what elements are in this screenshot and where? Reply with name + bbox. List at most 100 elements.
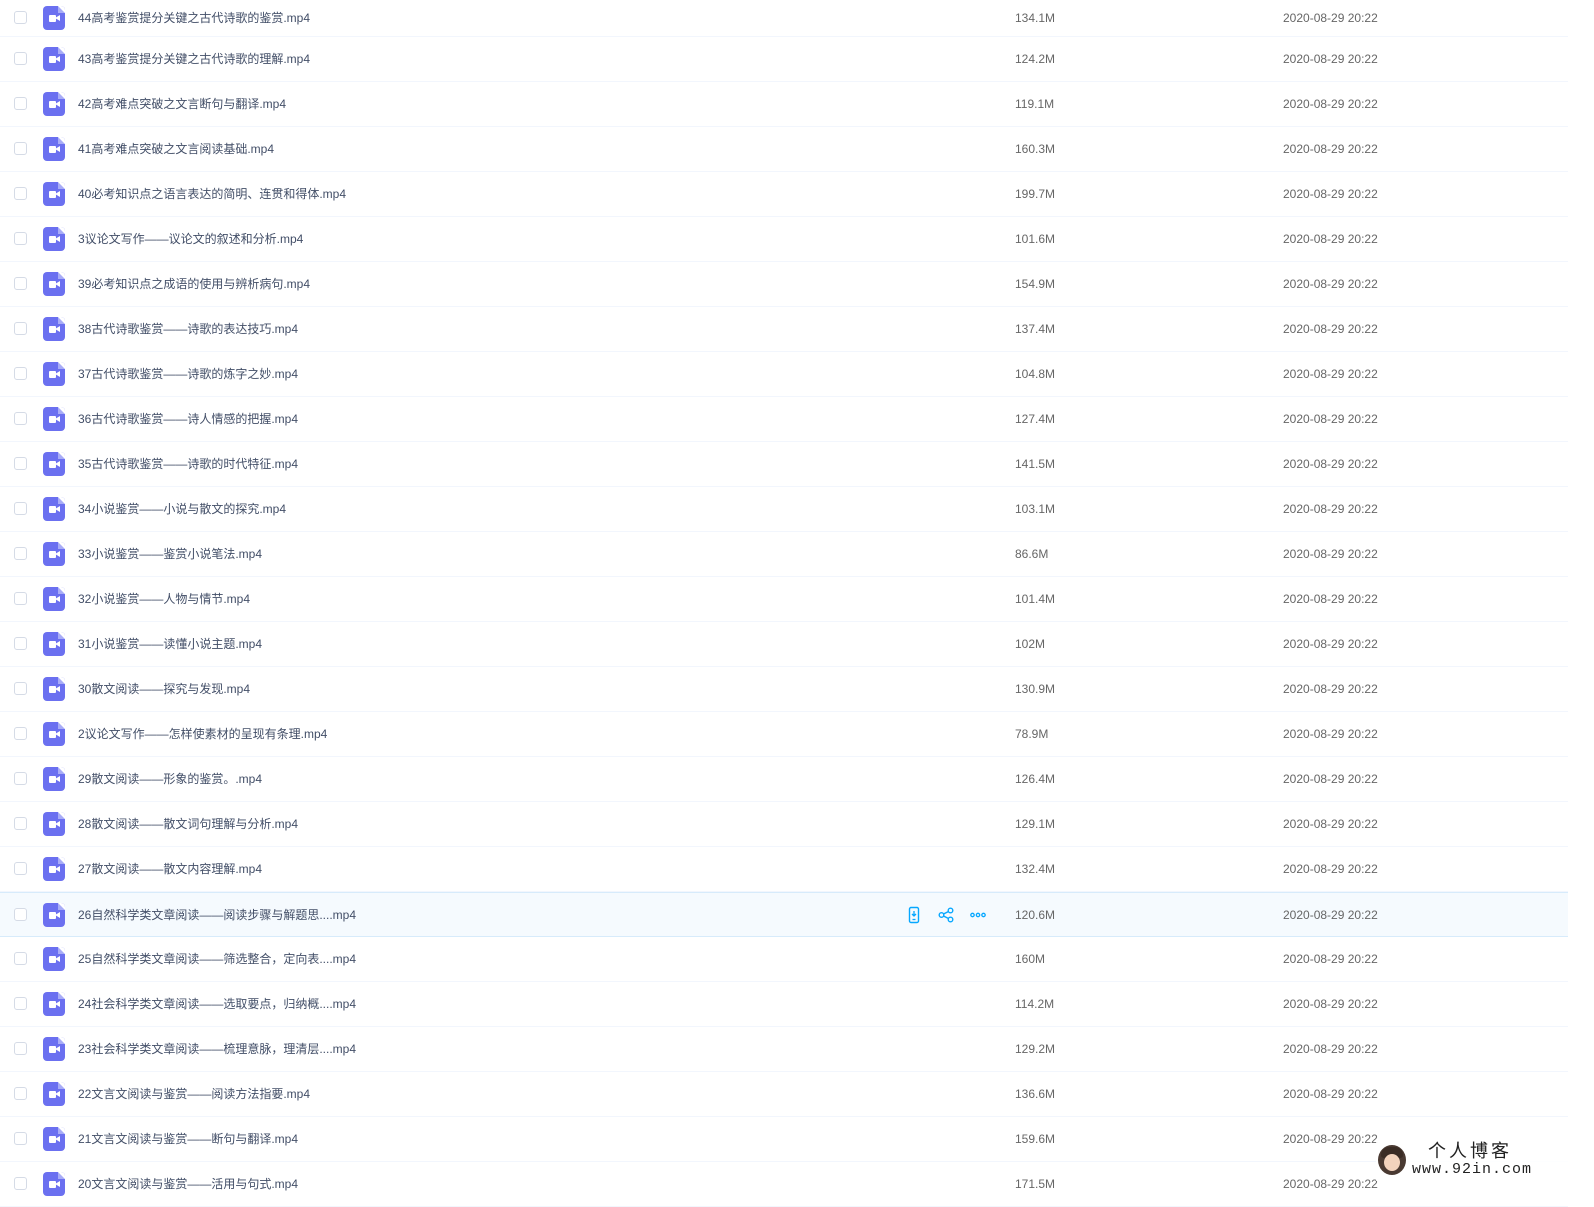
file-modified-date: 2020-08-29 20:22	[1283, 1042, 1378, 1056]
row-checkbox[interactable]	[14, 11, 27, 24]
file-name[interactable]: 24社会科学类文章阅读——选取要点，归纳概....mp4	[78, 996, 356, 1012]
file-row[interactable]: 40必考知识点之语言表达的简明、连贯和得体.mp4 199.7M 2020-08…	[0, 172, 1568, 217]
file-size: 160.3M	[1015, 142, 1056, 156]
file-name[interactable]: 41高考难点突破之文言阅读基础.mp4	[78, 141, 274, 157]
file-row[interactable]: 39必考知识点之成语的使用与辨析病句.mp4 154.9M 2020-08-29…	[0, 262, 1568, 307]
row-checkbox[interactable]	[14, 457, 27, 470]
file-name[interactable]: 29散文阅读——形象的鉴赏。.mp4	[78, 771, 262, 787]
row-checkbox[interactable]	[14, 52, 27, 65]
file-name[interactable]: 37古代诗歌鉴赏——诗歌的炼字之妙.mp4	[78, 366, 298, 382]
file-name[interactable]: 31小说鉴赏——读懂小说主题.mp4	[78, 636, 262, 652]
file-row[interactable]: 37古代诗歌鉴赏——诗歌的炼字之妙.mp4 104.8M 2020-08-29 …	[0, 352, 1568, 397]
row-checkbox[interactable]	[14, 772, 27, 785]
file-row[interactable]: 20文言文阅读与鉴赏——活用与句式.mp4 171.5M 2020-08-29 …	[0, 1162, 1568, 1207]
file-name[interactable]: 28散文阅读——散文词句理解与分析.mp4	[78, 816, 298, 832]
row-checkbox[interactable]	[14, 1087, 27, 1100]
video-file-icon	[43, 542, 65, 566]
video-file-icon	[43, 6, 65, 30]
file-row[interactable]: 43高考鉴赏提分关键之古代诗歌的理解.mp4 124.2M 2020-08-29…	[0, 37, 1568, 82]
file-name[interactable]: 38古代诗歌鉴赏——诗歌的表达技巧.mp4	[78, 321, 298, 337]
row-checkbox[interactable]	[14, 727, 27, 740]
file-row[interactable]: 42高考难点突破之文言断句与翻译.mp4 119.1M 2020-08-29 2…	[0, 82, 1568, 127]
video-file-icon	[43, 947, 65, 971]
row-checkbox[interactable]	[14, 1177, 27, 1190]
more-icon[interactable]	[969, 906, 987, 924]
file-row[interactable]: 35古代诗歌鉴赏——诗歌的时代特征.mp4 141.5M 2020-08-29 …	[0, 442, 1568, 487]
row-checkbox[interactable]	[14, 322, 27, 335]
file-row[interactable]: 30散文阅读——探究与发现.mp4 130.9M 2020-08-29 20:2…	[0, 667, 1568, 712]
file-row[interactable]: 34小说鉴赏——小说与散文的探究.mp4 103.1M 2020-08-29 2…	[0, 487, 1568, 532]
file-name[interactable]: 36古代诗歌鉴赏——诗人情感的把握.mp4	[78, 411, 298, 427]
row-checkbox[interactable]	[14, 592, 27, 605]
file-row[interactable]: 44高考鉴赏提分关键之古代诗歌的鉴赏.mp4 134.1M 2020-08-29…	[0, 0, 1568, 37]
file-name[interactable]: 43高考鉴赏提分关键之古代诗歌的理解.mp4	[78, 51, 310, 67]
file-row[interactable]: 36古代诗歌鉴赏——诗人情感的把握.mp4 127.4M 2020-08-29 …	[0, 397, 1568, 442]
file-size: 104.8M	[1015, 367, 1056, 381]
row-checkbox[interactable]	[14, 1042, 27, 1055]
file-name[interactable]: 35古代诗歌鉴赏——诗歌的时代特征.mp4	[78, 456, 298, 472]
row-checkbox[interactable]	[14, 142, 27, 155]
video-file-icon	[43, 137, 65, 161]
file-name[interactable]: 34小说鉴赏——小说与散文的探究.mp4	[78, 501, 286, 517]
row-checkbox[interactable]	[14, 547, 27, 560]
file-row[interactable]: 26自然科学类文章阅读——阅读步骤与解题思....mp4 120.6M 2020…	[0, 892, 1568, 937]
row-checkbox[interactable]	[14, 277, 27, 290]
file-row[interactable]: 38古代诗歌鉴赏——诗歌的表达技巧.mp4 137.4M 2020-08-29 …	[0, 307, 1568, 352]
row-checkbox[interactable]	[14, 187, 27, 200]
file-name[interactable]: 42高考难点突破之文言断句与翻译.mp4	[78, 96, 286, 112]
file-modified-date: 2020-08-29 20:22	[1283, 727, 1378, 741]
row-checkbox[interactable]	[14, 1132, 27, 1145]
file-name[interactable]: 22文言文阅读与鉴赏——阅读方法指要.mp4	[78, 1086, 310, 1102]
row-checkbox[interactable]	[14, 97, 27, 110]
file-row[interactable]: 31小说鉴赏——读懂小说主题.mp4 102M 2020-08-29 20:22	[0, 622, 1568, 667]
row-checkbox[interactable]	[14, 502, 27, 515]
row-checkbox[interactable]	[14, 682, 27, 695]
row-checkbox[interactable]	[14, 637, 27, 650]
file-row[interactable]: 23社会科学类文章阅读——梳理意脉，理清层....mp4 129.2M 2020…	[0, 1027, 1568, 1072]
share-icon[interactable]	[937, 906, 955, 924]
file-row[interactable]: 24社会科学类文章阅读——选取要点，归纳概....mp4 114.2M 2020…	[0, 982, 1568, 1027]
row-checkbox[interactable]	[14, 817, 27, 830]
file-name[interactable]: 3议论文写作——议论文的叙述和分析.mp4	[78, 231, 303, 247]
video-file-icon	[43, 227, 65, 251]
row-checkbox[interactable]	[14, 232, 27, 245]
file-row[interactable]: 22文言文阅读与鉴赏——阅读方法指要.mp4 136.6M 2020-08-29…	[0, 1072, 1568, 1117]
row-checkbox[interactable]	[14, 412, 27, 425]
file-row[interactable]: 21文言文阅读与鉴赏——断句与翻译.mp4 159.6M 2020-08-29 …	[0, 1117, 1568, 1162]
file-name[interactable]: 30散文阅读——探究与发现.mp4	[78, 681, 250, 697]
row-checkbox[interactable]	[14, 367, 27, 380]
file-row[interactable]: 33小说鉴赏——鉴赏小说笔法.mp4 86.6M 2020-08-29 20:2…	[0, 532, 1568, 577]
file-row[interactable]: 29散文阅读——形象的鉴赏。.mp4 126.4M 2020-08-29 20:…	[0, 757, 1568, 802]
file-modified-date: 2020-08-29 20:22	[1283, 187, 1378, 201]
row-checkbox[interactable]	[14, 952, 27, 965]
file-row[interactable]: 41高考难点突破之文言阅读基础.mp4 160.3M 2020-08-29 20…	[0, 127, 1568, 172]
file-name[interactable]: 21文言文阅读与鉴赏——断句与翻译.mp4	[78, 1131, 298, 1147]
file-modified-date: 2020-08-29 20:22	[1283, 907, 1378, 922]
file-row[interactable]: 2议论文写作——怎样使素材的呈现有条理.mp4 78.9M 2020-08-29…	[0, 712, 1568, 757]
file-name[interactable]: 44高考鉴赏提分关键之古代诗歌的鉴赏.mp4	[78, 10, 310, 26]
file-modified-date: 2020-08-29 20:22	[1283, 547, 1378, 561]
file-name[interactable]: 2议论文写作——怎样使素材的呈现有条理.mp4	[78, 726, 327, 742]
file-size: 154.9M	[1015, 277, 1056, 291]
row-checkbox[interactable]	[14, 997, 27, 1010]
file-row[interactable]: 3议论文写作——议论文的叙述和分析.mp4 101.6M 2020-08-29 …	[0, 217, 1568, 262]
file-name[interactable]: 25自然科学类文章阅读——筛选整合，定向表....mp4	[78, 951, 356, 967]
phone-download-icon[interactable]	[905, 906, 923, 924]
file-name[interactable]: 40必考知识点之语言表达的简明、连贯和得体.mp4	[78, 186, 346, 202]
file-name[interactable]: 20文言文阅读与鉴赏——活用与句式.mp4	[78, 1176, 298, 1192]
file-name[interactable]: 26自然科学类文章阅读——阅读步骤与解题思....mp4	[78, 907, 356, 923]
file-name[interactable]: 32小说鉴赏——人物与情节.mp4	[78, 591, 250, 607]
file-row[interactable]: 25自然科学类文章阅读——筛选整合，定向表....mp4 160M 2020-0…	[0, 937, 1568, 982]
file-row[interactable]: 27散文阅读——散文内容理解.mp4 132.4M 2020-08-29 20:…	[0, 847, 1568, 892]
file-row[interactable]: 32小说鉴赏——人物与情节.mp4 101.4M 2020-08-29 20:2…	[0, 577, 1568, 622]
file-modified-date: 2020-08-29 20:22	[1283, 11, 1378, 25]
file-name[interactable]: 39必考知识点之成语的使用与辨析病句.mp4	[78, 276, 310, 292]
video-file-icon	[43, 272, 65, 296]
file-name[interactable]: 23社会科学类文章阅读——梳理意脉，理清层....mp4	[78, 1041, 356, 1057]
row-checkbox[interactable]	[14, 907, 27, 921]
file-modified-date: 2020-08-29 20:22	[1283, 1087, 1378, 1101]
row-checkbox[interactable]	[14, 862, 27, 875]
file-row[interactable]: 28散文阅读——散文词句理解与分析.mp4 129.1M 2020-08-29 …	[0, 802, 1568, 847]
file-name[interactable]: 27散文阅读——散文内容理解.mp4	[78, 861, 262, 877]
file-name[interactable]: 33小说鉴赏——鉴赏小说笔法.mp4	[78, 546, 262, 562]
